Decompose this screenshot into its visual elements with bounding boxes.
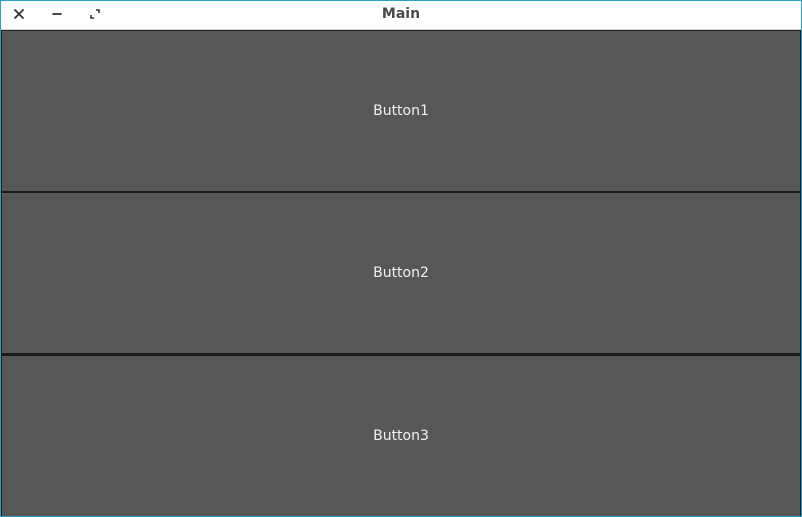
button-2[interactable]: Button2 bbox=[2, 193, 800, 353]
button-panel: Button1 Button2 Button3 bbox=[1, 30, 801, 516]
button-1-label: Button1 bbox=[373, 103, 429, 119]
main-window: Main Button1 Button2 Button3 bbox=[0, 0, 802, 517]
window-title: Main bbox=[381, 6, 421, 22]
button-1[interactable]: Button1 bbox=[2, 31, 800, 191]
title-bar[interactable]: Main bbox=[1, 1, 801, 30]
button-2-label: Button2 bbox=[373, 265, 429, 281]
button-3[interactable]: Button3 bbox=[2, 356, 800, 516]
button-3-label: Button3 bbox=[373, 428, 429, 444]
